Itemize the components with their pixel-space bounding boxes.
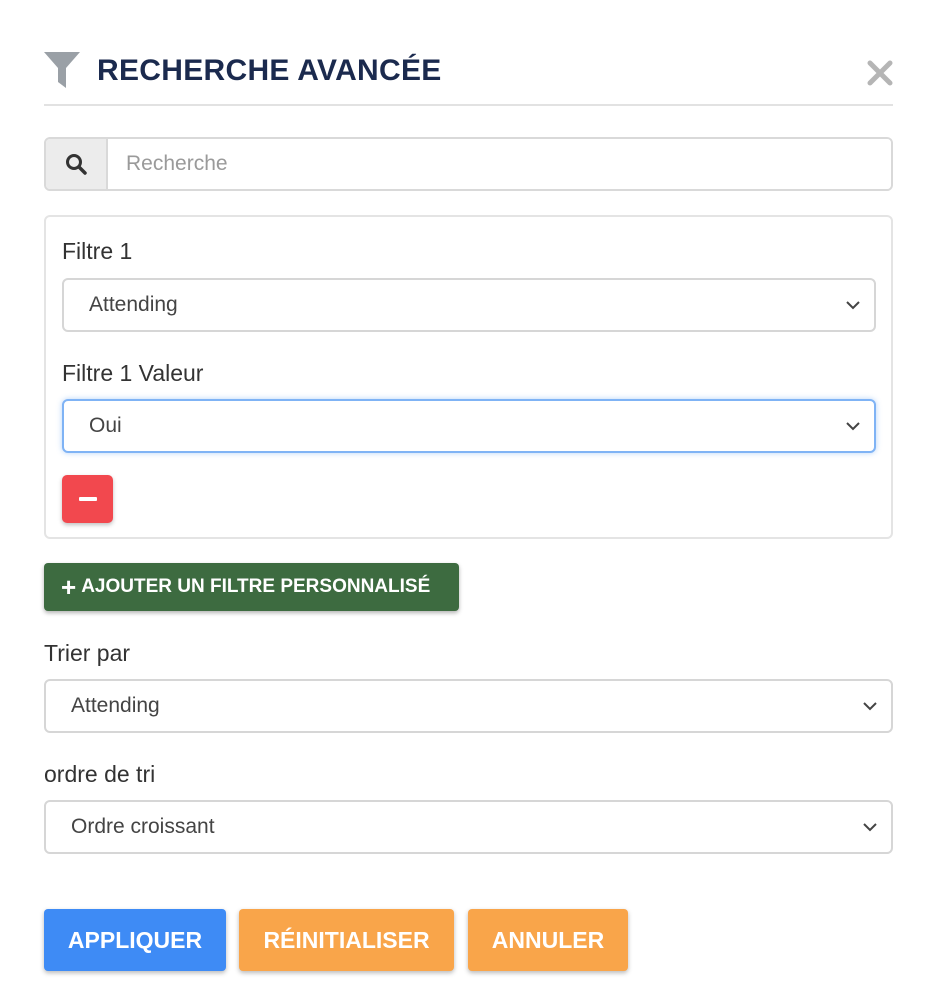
close-icon[interactable]	[867, 60, 893, 86]
chevron-down-icon	[846, 422, 860, 431]
filter-1-value-label: Filtre 1 Valeur	[62, 360, 204, 386]
filter-1-value-select[interactable]: Oui	[62, 399, 876, 453]
panel-header: RECHERCHE AVANCÉE	[44, 48, 893, 106]
filter-1-value-selected: Oui	[89, 414, 122, 437]
filter-box: Filtre 1 Attending Filtre 1 Valeur Oui	[44, 215, 893, 539]
remove-filter-button[interactable]	[62, 475, 113, 523]
sort-order-selected: Ordre croissant	[71, 815, 215, 838]
cancel-button[interactable]: ANNULER	[468, 909, 628, 971]
sort-by-select[interactable]: Attending	[44, 679, 893, 733]
filter-1-selected-value: Attending	[89, 293, 178, 316]
plus-icon: +	[61, 572, 77, 602]
search-group	[44, 137, 893, 191]
sort-by-selected: Attending	[71, 694, 160, 717]
minus-icon	[78, 497, 97, 501]
filter-icon	[44, 52, 80, 88]
search-input[interactable]	[108, 139, 891, 189]
chevron-down-icon	[863, 823, 877, 832]
filter-1-select[interactable]: Attending	[62, 278, 876, 332]
sort-order-label: ordre de tri	[44, 761, 156, 787]
sort-by-label: Trier par	[44, 640, 131, 666]
advanced-search-panel: RECHERCHE AVANCÉE Filtre 1 Attending Fil…	[0, 0, 936, 1006]
sort-order-select[interactable]: Ordre croissant	[44, 800, 893, 854]
search-addon	[46, 139, 108, 189]
reset-button[interactable]: RÉINITIALISER	[239, 909, 454, 971]
page-title: RECHERCHE AVANCÉE	[97, 54, 442, 87]
chevron-down-icon	[863, 702, 877, 711]
add-custom-filter-button[interactable]: + AJOUTER UN FILTRE PERSONNALISÉ	[44, 563, 459, 611]
filter-1-label: Filtre 1	[62, 238, 133, 264]
apply-button[interactable]: APPLIQUER	[44, 909, 226, 971]
search-icon	[66, 154, 87, 175]
add-custom-filter-label: AJOUTER UN FILTRE PERSONNALISÉ	[81, 576, 431, 597]
chevron-down-icon	[846, 301, 860, 310]
